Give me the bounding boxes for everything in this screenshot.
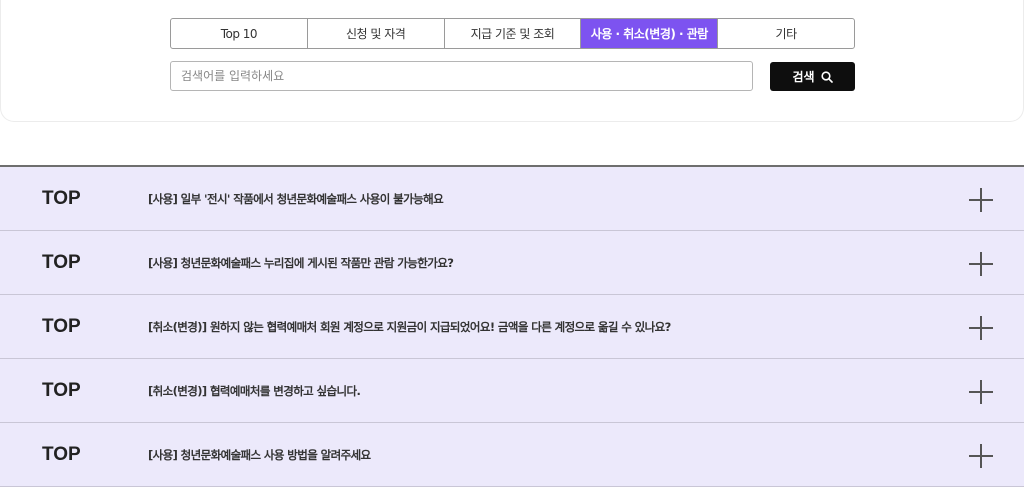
plus-icon[interactable] xyxy=(967,250,995,278)
tab-application-eligibility[interactable]: 신청 및 자격 xyxy=(308,19,445,48)
search-button-label: 검색 xyxy=(792,70,815,84)
top-badge: TOP xyxy=(42,252,81,273)
tab-top10[interactable]: Top 10 xyxy=(171,19,308,48)
plus-icon[interactable] xyxy=(967,314,995,342)
faq-item[interactable]: TOP [취소(변경)] 원하지 않는 협력예매처 회원 계정으로 지원금이 지… xyxy=(0,295,1024,359)
faq-question: [사용] 일부 '전시' 작품에서 청년문화예술패스 사용이 불가능해요 xyxy=(148,192,444,206)
tab-payment-criteria[interactable]: 지급 기준 및 조회 xyxy=(445,19,582,48)
top-badge: TOP xyxy=(42,380,81,401)
search-button[interactable]: 검색 xyxy=(770,62,855,91)
plus-icon[interactable] xyxy=(967,186,995,214)
search-input[interactable] xyxy=(170,61,753,91)
top-badge: TOP xyxy=(42,444,81,465)
faq-item[interactable]: TOP [취소(변경)] 협력예매처를 변경하고 싶습니다. xyxy=(0,359,1024,423)
faq-question: [취소(변경)] 원하지 않는 협력예매처 회원 계정으로 지원금이 지급되었어… xyxy=(148,320,671,334)
faq-item[interactable]: TOP [사용] 청년문화예술패스 누리집에 게시된 작품만 관람 가능한가요? xyxy=(0,231,1024,295)
tab-etc[interactable]: 기타 xyxy=(718,19,854,48)
category-tabs: Top 10 신청 및 자격 지급 기준 및 조회 사용 · 취소(변경) · … xyxy=(170,18,855,49)
faq-list: TOP [사용] 일부 '전시' 작품에서 청년문화예술패스 사용이 불가능해요… xyxy=(0,165,1024,487)
faq-question: [취소(변경)] 협력예매처를 변경하고 싶습니다. xyxy=(148,384,361,398)
faq-item[interactable]: TOP [사용] 청년문화예술패스 사용 방법을 알려주세요 xyxy=(0,423,1024,487)
plus-icon[interactable] xyxy=(967,442,995,470)
plus-icon[interactable] xyxy=(967,378,995,406)
faq-question: [사용] 청년문화예술패스 누리집에 게시된 작품만 관람 가능한가요? xyxy=(148,256,454,270)
faq-item[interactable]: TOP [사용] 일부 '전시' 작품에서 청년문화예술패스 사용이 불가능해요 xyxy=(0,167,1024,231)
faq-question: [사용] 청년문화예술패스 사용 방법을 알려주세요 xyxy=(148,448,371,462)
search-icon xyxy=(820,70,833,83)
top-badge: TOP xyxy=(42,316,81,337)
tab-usage-cancel-viewing[interactable]: 사용 · 취소(변경) · 관람 xyxy=(581,19,719,48)
top-badge: TOP xyxy=(42,188,81,209)
search-panel: Top 10 신청 및 자격 지급 기준 및 조회 사용 · 취소(변경) · … xyxy=(0,0,1024,122)
